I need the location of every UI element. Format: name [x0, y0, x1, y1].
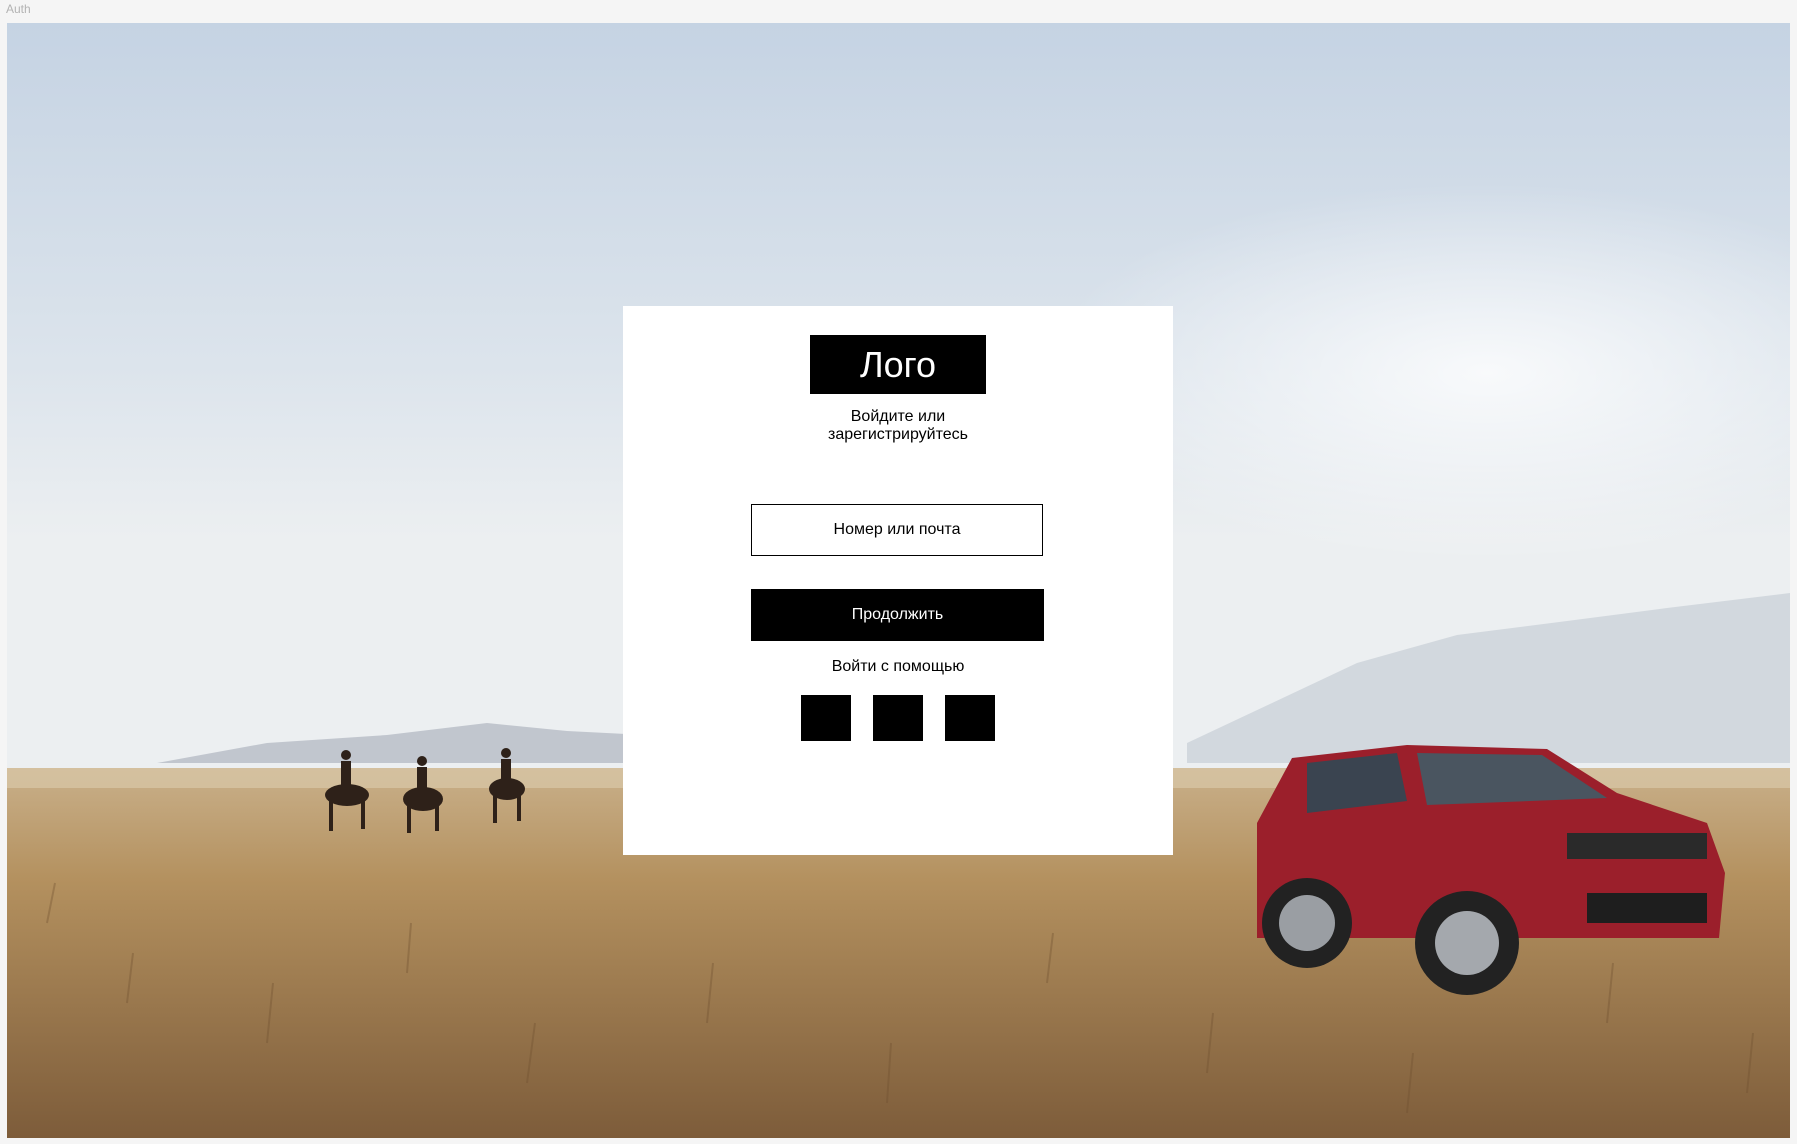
- frame-label: Auth: [6, 2, 31, 16]
- auth-subtitle: Войдите или зарегистрируйтесь: [748, 408, 1048, 444]
- social-login-label: Войти с помощью: [831, 658, 965, 675]
- social-login-button-3[interactable]: [945, 695, 995, 741]
- auth-card: Лого Войдите или зарегистрируйтесь Номер…: [623, 306, 1173, 855]
- logo: Лого: [810, 335, 986, 394]
- phone-or-email-input[interactable]: Номер или почта: [751, 504, 1043, 556]
- background-canvas: Лого Войдите или зарегистрируйтесь Номер…: [7, 23, 1790, 1138]
- social-login-button-1[interactable]: [801, 695, 851, 741]
- subtitle-line-2: зарегистрируйтесь: [827, 426, 968, 443]
- continue-button[interactable]: Продолжить: [751, 589, 1044, 641]
- subtitle-line-1: Войдите или: [850, 408, 946, 425]
- social-login-button-2[interactable]: [873, 695, 923, 741]
